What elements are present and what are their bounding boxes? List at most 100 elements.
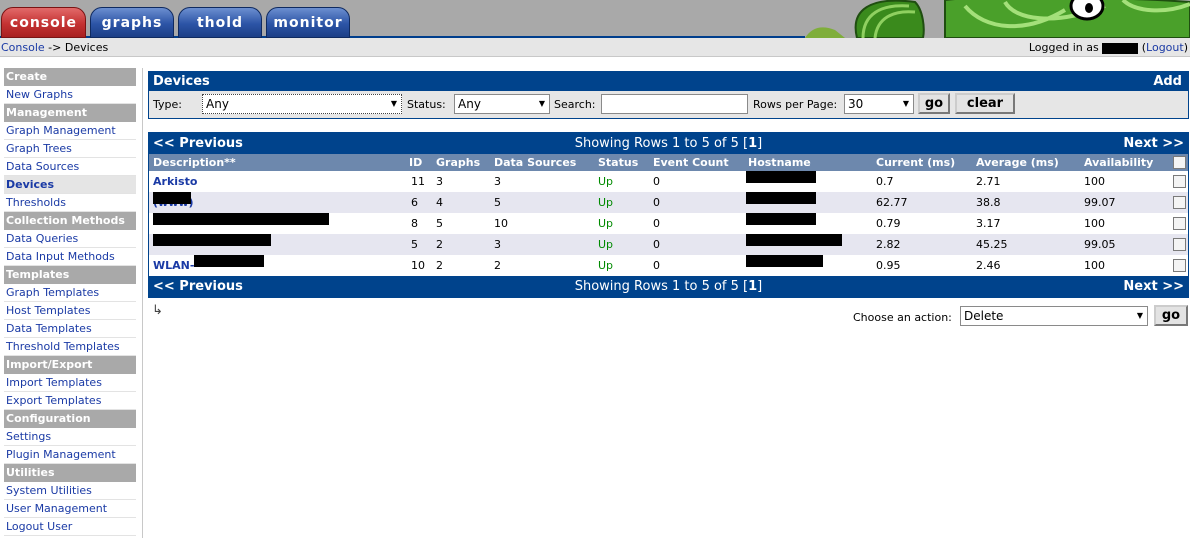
row-checkbox[interactable] bbox=[1173, 196, 1186, 209]
cell-status: Up bbox=[598, 175, 614, 188]
sidebar-item-system-utilities[interactable]: System Utilities bbox=[4, 482, 136, 500]
cell-current: 2.82 bbox=[876, 238, 901, 251]
cell-id: 5 bbox=[411, 238, 418, 251]
device-filter-panel: Devices Add Type: Any ▼ Status: Any ▼ Se… bbox=[148, 71, 1189, 119]
col-event-count[interactable]: Event Count bbox=[653, 154, 729, 171]
table-row[interactable]: WLAN- 10 2 2 Up 0 0.95 2.46 100 bbox=[149, 255, 1188, 276]
cell-average: 38.8 bbox=[976, 196, 1001, 209]
redacted-text bbox=[194, 255, 265, 267]
filter-clear-button[interactable]: clear bbox=[955, 93, 1015, 114]
sidebar-item-data-sources[interactable]: Data Sources bbox=[4, 158, 136, 176]
cell-graphs: 2 bbox=[436, 238, 443, 251]
chevron-down-icon: ▼ bbox=[1136, 311, 1143, 320]
sidebar-item-new-graphs[interactable]: New Graphs bbox=[4, 86, 136, 104]
search-input[interactable] bbox=[601, 94, 748, 114]
sidebar-item-settings[interactable]: Settings bbox=[4, 428, 136, 446]
redacted-text bbox=[153, 234, 271, 246]
device-link[interactable]: WLAN- bbox=[153, 259, 194, 272]
sidebar-item-logout-user[interactable]: Logout User bbox=[4, 518, 136, 536]
cell-availability: 100 bbox=[1084, 175, 1105, 188]
bulk-actions: ↳ Choose an action: Delete ▼ go bbox=[148, 300, 1189, 330]
sidebar-item-graph-trees[interactable]: Graph Trees bbox=[4, 140, 136, 158]
next-page-link[interactable]: Next >> bbox=[1123, 133, 1184, 154]
col-data-sources[interactable]: Data Sources bbox=[494, 154, 576, 171]
filter-go-button[interactable]: go bbox=[918, 93, 950, 114]
cell-data-sources: 3 bbox=[494, 175, 501, 188]
tab-console[interactable]: console bbox=[1, 7, 86, 38]
device-link[interactable]: Arkisto bbox=[153, 175, 197, 188]
status-select[interactable]: Any ▼ bbox=[454, 94, 550, 114]
device-description[interactable]: WLAN- bbox=[153, 255, 265, 276]
rows-per-page-select[interactable]: 30 ▼ bbox=[844, 94, 914, 114]
row-checkbox[interactable] bbox=[1173, 238, 1186, 251]
col-description[interactable]: Description** bbox=[153, 154, 236, 171]
cell-event-count: 0 bbox=[653, 196, 660, 209]
type-select[interactable]: Any ▼ bbox=[202, 94, 402, 114]
add-device-link[interactable]: Add bbox=[1153, 72, 1182, 91]
table-row[interactable]: 5 2 3 Up 0 2.82 45.25 99.05 bbox=[149, 234, 1188, 255]
action-select[interactable]: Delete ▼ bbox=[960, 306, 1148, 326]
col-current[interactable]: Current (ms) bbox=[876, 154, 955, 171]
cell-graphs: 3 bbox=[436, 175, 443, 188]
device-description[interactable]: Arkisto bbox=[153, 171, 197, 192]
sidebar-item-import-templates[interactable]: Import Templates bbox=[4, 374, 136, 392]
row-checkbox[interactable] bbox=[1173, 259, 1186, 272]
col-hostname[interactable]: Hostname bbox=[748, 154, 811, 171]
sidebar-item-devices[interactable]: Devices bbox=[4, 176, 136, 194]
sidebar-item-host-templates[interactable]: Host Templates bbox=[4, 302, 136, 320]
login-status: Logged in as (Logout) bbox=[1028, 41, 1188, 54]
cell-status: Up bbox=[598, 238, 614, 251]
chevron-down-icon: ▼ bbox=[902, 99, 909, 108]
cell-average: 2.71 bbox=[976, 175, 1001, 188]
cell-event-count: 0 bbox=[653, 175, 660, 188]
redacted-text bbox=[153, 192, 191, 204]
redacted-text bbox=[746, 234, 842, 246]
row-checkbox[interactable] bbox=[1173, 175, 1186, 188]
sidebar-item-plugin-management[interactable]: Plugin Management bbox=[4, 446, 136, 464]
sidebar-item-threshold-templates[interactable]: Threshold Templates bbox=[4, 338, 136, 356]
filter-header: Devices Add bbox=[149, 72, 1188, 91]
sidebar-item-data-queries[interactable]: Data Queries bbox=[4, 230, 136, 248]
breadcrumb-separator: -> bbox=[48, 41, 62, 54]
cell-status: Up bbox=[598, 217, 614, 230]
table-row[interactable]: 8 5 10 Up 0 0.79 3.17 100 bbox=[149, 213, 1188, 234]
tab-graphs[interactable]: graphs bbox=[90, 7, 174, 38]
table-row[interactable]: (www) 6 4 5 Up 0 62.77 38.8 99.07 bbox=[149, 192, 1188, 213]
tab-monitor[interactable]: monitor bbox=[266, 7, 350, 38]
cell-event-count: 0 bbox=[653, 238, 660, 251]
sidebar-item-thresholds[interactable]: Thresholds bbox=[4, 194, 136, 212]
page-number[interactable]: 1 bbox=[748, 279, 757, 294]
row-checkbox[interactable] bbox=[1173, 217, 1186, 230]
logout-link[interactable]: Logout bbox=[1146, 41, 1184, 54]
sidebar-item-data-templates[interactable]: Data Templates bbox=[4, 320, 136, 338]
action-go-button[interactable]: go bbox=[1154, 305, 1188, 326]
table-row[interactable]: Arkisto 11 3 3 Up 0 0.7 2.71 100 bbox=[149, 171, 1188, 192]
rows-summary-end: ] bbox=[757, 279, 763, 294]
sidebar-item-user-management[interactable]: User Management bbox=[4, 500, 136, 518]
tab-thold[interactable]: thold bbox=[178, 7, 262, 38]
col-id[interactable]: ID bbox=[409, 154, 422, 171]
rows-per-page-value: 30 bbox=[848, 97, 864, 111]
device-description[interactable]: (www) bbox=[153, 192, 194, 213]
search-label: Search: bbox=[554, 98, 596, 111]
col-status[interactable]: Status bbox=[598, 154, 638, 171]
sidebar-item-export-templates[interactable]: Export Templates bbox=[4, 392, 136, 410]
cell-data-sources: 2 bbox=[494, 259, 501, 272]
cell-id: 6 bbox=[411, 196, 418, 209]
breadcrumb-console-link[interactable]: Console bbox=[1, 41, 45, 54]
col-graphs[interactable]: Graphs bbox=[436, 154, 480, 171]
rows-per-page-label: Rows per Page: bbox=[753, 98, 838, 111]
page-number[interactable]: 1 bbox=[748, 136, 757, 151]
col-average[interactable]: Average (ms) bbox=[976, 154, 1059, 171]
cell-current: 62.77 bbox=[876, 196, 908, 209]
redacted-text bbox=[746, 213, 816, 225]
cell-graphs: 2 bbox=[436, 259, 443, 272]
sidebar-item-graph-templates[interactable]: Graph Templates bbox=[4, 284, 136, 302]
chevron-down-icon: ▼ bbox=[538, 99, 545, 108]
sidebar-item-data-input-methods[interactable]: Data Input Methods bbox=[4, 248, 136, 266]
col-availability[interactable]: Availability bbox=[1084, 154, 1153, 171]
next-page-link[interactable]: Next >> bbox=[1123, 276, 1184, 297]
select-all-checkbox[interactable] bbox=[1173, 156, 1186, 169]
cell-average: 2.46 bbox=[976, 259, 1001, 272]
sidebar-item-graph-management[interactable]: Graph Management bbox=[4, 122, 136, 140]
